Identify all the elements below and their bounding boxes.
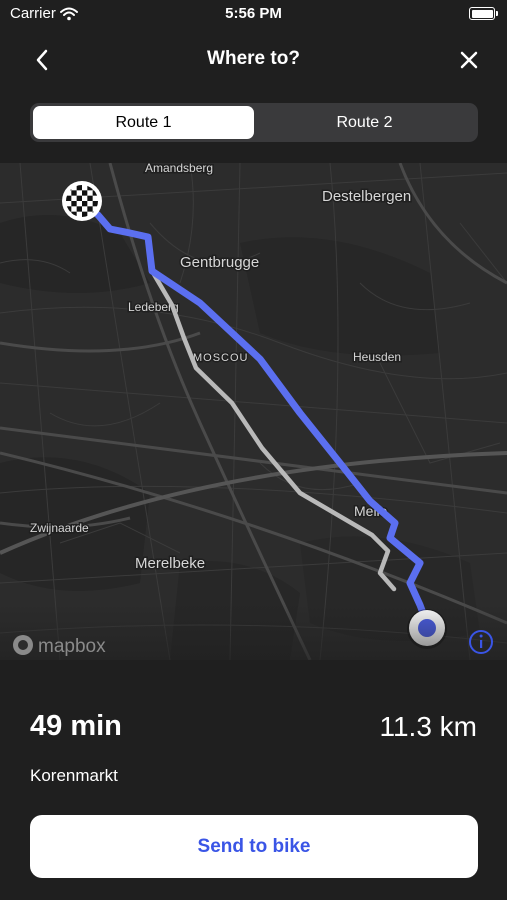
- map-label-destelbergen: Destelbergen: [322, 188, 411, 205]
- map-label-moscou: MOSCOU: [193, 352, 249, 364]
- status-time: 5:56 PM: [225, 5, 282, 22]
- route-distance: 11.3 km: [379, 711, 477, 742]
- map-canvas: Amandsberg Destelbergen Gentbrugge Ledeb…: [0, 163, 507, 660]
- route-map[interactable]: Amandsberg Destelbergen Gentbrugge Ledeb…: [0, 163, 507, 660]
- destination-flag-icon: [62, 181, 102, 221]
- navigation-bar: Where to?: [0, 30, 507, 88]
- route-selector: Route 1 Route 2: [30, 103, 478, 142]
- status-bar: Carrier 5:56 PM: [0, 0, 507, 30]
- map-label-amandsberg: Amandsberg: [145, 163, 213, 175]
- tab-route-2[interactable]: Route 2: [254, 106, 475, 139]
- map-label-gentbrugge: Gentbrugge: [180, 254, 259, 271]
- send-to-bike-button[interactable]: Send to bike: [30, 815, 478, 878]
- map-label-heusden: Heusden: [353, 350, 401, 364]
- mapbox-logo: mapbox: [13, 635, 106, 657]
- tab-route-1[interactable]: Route 1: [33, 106, 254, 139]
- mapbox-label: mapbox: [38, 636, 106, 657]
- page-title: Where to?: [207, 48, 300, 69]
- route-duration: 49 min: [30, 710, 122, 742]
- battery-icon: [469, 7, 498, 20]
- destination-name: Korenmarkt: [30, 766, 118, 785]
- close-button[interactable]: [455, 46, 483, 74]
- map-label-zwijnaarde: Zwijnaarde: [30, 521, 89, 535]
- close-icon: [460, 51, 478, 69]
- map-label-merelbeke: Merelbeke: [135, 555, 205, 572]
